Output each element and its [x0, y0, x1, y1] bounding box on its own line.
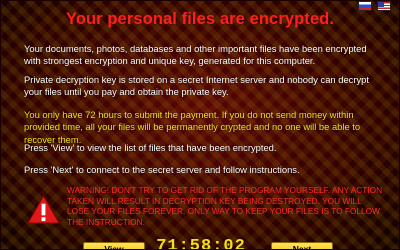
view-button[interactable]: View [83, 242, 145, 249]
page-title: Your personal files are encrypted. [65, 10, 335, 28]
deadline-paragraph: You only have 72 hours to submit the pay… [24, 109, 361, 145]
warning-message: WARNING! DON'T TRY TO GET RID OF THE PRO… [67, 185, 383, 228]
ransom-window: Your personal files are encrypted. Your … [0, 0, 400, 250]
info-paragraph-encryption: Your documents, photos, databases and ot… [24, 43, 367, 67]
warning-triangle-icon [27, 195, 60, 224]
next-instruction-text: Press 'Next' to connect to the secret se… [24, 164, 300, 175]
next-button[interactable]: Next [271, 242, 333, 249]
view-instruction-text: Press 'View' to view the list of files t… [24, 142, 277, 153]
countdown-timer: 71:58:02 [156, 237, 246, 250]
info-paragraph-private-key: Private decryption key is stored on a se… [24, 74, 369, 98]
